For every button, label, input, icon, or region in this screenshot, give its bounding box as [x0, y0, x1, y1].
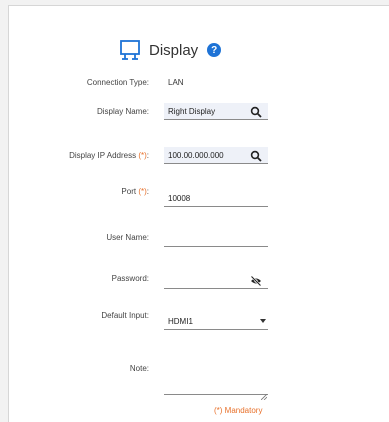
port-label: Port (*): — [121, 187, 149, 196]
mandatory-note: (*) Mandatory — [214, 406, 263, 415]
user-name-input[interactable] — [164, 230, 268, 247]
resize-handle-icon[interactable] — [260, 387, 268, 401]
port-label-text: Port — [121, 187, 137, 196]
display-name-input[interactable]: Right Display — [164, 103, 268, 120]
default-input-label: Default Input: — [101, 311, 149, 320]
label-colon: : — [146, 187, 149, 196]
help-icon[interactable]: ? — [207, 43, 222, 57]
port-value: 10008 — [168, 194, 191, 203]
display-name-label: Display Name: — [96, 107, 149, 116]
note-textarea[interactable] — [164, 371, 268, 401]
search-icon[interactable] — [250, 149, 262, 162]
connection-type-value: LAN — [168, 78, 184, 87]
page-title: Display — [149, 41, 199, 59]
default-input-value: HDMI1 — [168, 317, 193, 326]
required-marker: (*) — [138, 151, 147, 160]
label-colon: : — [146, 151, 149, 160]
display-ip-label-text: Display IP Address — [69, 151, 137, 160]
default-input-select[interactable]: HDMI1 — [164, 313, 268, 330]
chevron-down-icon — [260, 319, 266, 323]
port-input[interactable]: 10008 — [164, 190, 268, 207]
password-input[interactable] — [164, 272, 268, 289]
display-ip-value: 100.00.000.000 — [168, 151, 224, 160]
password-label: Password: — [111, 274, 149, 283]
monitor-icon — [119, 39, 141, 61]
connection-type-label: Connection Type: — [86, 78, 149, 87]
display-ip-label: Display IP Address (*): — [69, 151, 149, 160]
page-header: Display ? — [119, 38, 222, 62]
search-icon[interactable] — [250, 105, 262, 118]
note-label: Note: — [129, 364, 149, 373]
user-name-label: User Name: — [106, 233, 149, 242]
eye-slash-icon[interactable] — [250, 274, 262, 287]
display-ip-input[interactable]: 100.00.000.000 — [164, 147, 268, 164]
required-marker: (*) — [138, 187, 147, 196]
display-settings-panel: Display ? Connection Type: LAN Display N… — [8, 5, 389, 422]
left-background — [0, 0, 8, 421]
display-name-value: Right Display — [168, 107, 216, 116]
